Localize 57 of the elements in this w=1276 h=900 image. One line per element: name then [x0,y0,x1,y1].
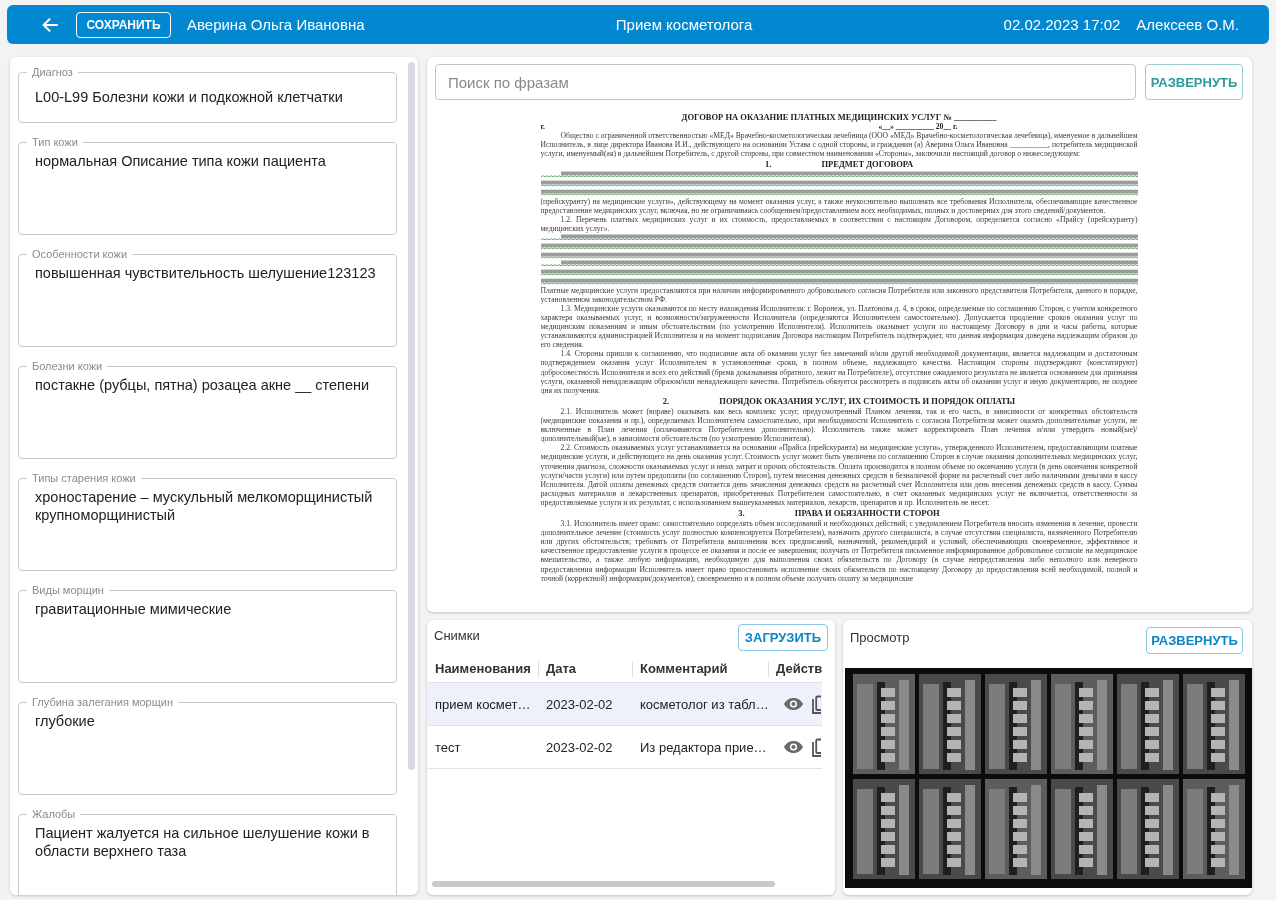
text-field[interactable]: Болезни кожи постакне (рубцы, пятна) розацеа акне __ степени [18,360,397,459]
field-label: Тип кожи [31,136,79,149]
date-time: 02.02.2023 17:02 [1003,16,1121,33]
section-heading: ПРЕДМЕТ ДОГОВОРА [821,159,914,170]
table-cell-text: прием космет… [434,696,532,712]
table-row[interactable]: прием космет… 2023-02-02 косметолог из табл… [427,683,822,726]
table-row[interactable]: тест 2023-02-02 Из редактора прие… [427,726,822,769]
save-button[interactable]: СОХРАНИТЬ [76,11,171,38]
table-cell-text: косметолог из табл… [639,696,768,712]
horizontal-scrollbar[interactable] [432,881,775,887]
copy-icon[interactable] [812,694,821,714]
section-heading: ПОРЯДОК ОКАЗАНИЯ УСЛУГ, ИХ СТОИМОСТЬ И ПОРЯДОК ОПЛАТЫ [719,395,1016,406]
field-label: Жалобы [31,808,77,821]
field-label: Виды морщин [31,584,105,597]
panel-title: Просмотр [850,629,910,645]
text-field[interactable]: Глубина залегания морщин глубокие [18,696,397,795]
section-number: 1. [764,159,772,170]
field-value: повышенная чувствительность шелушение123123 [35,264,377,282]
column-header: Наименования [434,660,532,678]
field-label: Диагноз [31,66,74,79]
text-field[interactable]: Диагноз L00-L99 Болезни кожи и подкожной клетчатки [18,66,397,123]
field-value: глубокие [35,712,96,730]
section-heading: ПРАВА И ОБЯЗАННОСТИ СТОРОН [794,508,940,518]
panel-title: Снимки [434,627,480,643]
table-cell-text: 2023-02-02 [545,696,614,712]
field-label: Типы старения кожи [31,472,137,485]
field-label: Особенности кожи [31,248,129,261]
field-value: гравитационные мимические [35,600,233,618]
text-field[interactable]: Тип кожи нормальная Описание типа кожи пациента [18,136,397,235]
vertical-scrollbar[interactable] [408,62,415,770]
field-value: Пациент жалуется на сильное шелушение кожи в области верхнего таза [35,824,371,860]
field-label: Болезни кожи [31,360,104,373]
field-value: L00-L99 Болезни кожи и подкожной клетчатки [35,88,344,106]
text-field[interactable]: Жалобы Пациент жалуется на сильное шелушение кожи в области верхнего таза [18,808,397,895]
doctor-name: Алексеев О.М. [1136,16,1239,33]
field-value: постакне (рубцы, пятна) розацеа акне __ степени [35,376,371,394]
table-cell-text: тест [434,739,462,755]
field-value: нормальная Описание типа кожи пациента [35,152,327,170]
text-field[interactable]: Типы старения кожи хроностарение – мускульный мелкоморщинистый крупноморщинистый [18,472,397,571]
document-title: ДОГОВОР НА ОКАЗАНИЕ ПЛАТНЫХ МЕДИЦИНСКИХ УСЛУГ № __________ [680,112,998,122]
copy-icon[interactable] [812,737,821,757]
field-value: хроностарение – мускульный мелкоморщинистый крупноморщинистый [35,488,374,524]
back-arrow-icon[interactable] [42,17,58,32]
text-field[interactable]: Особенности кожи повышенная чувствительность шелушение123123 [18,248,397,347]
section-number: 3. [738,508,745,518]
upload-button[interactable]: ЗАГРУЗИТЬ [738,624,828,651]
expand-button[interactable]: РАЗВЕРНУТЬ [1146,627,1243,654]
section-number: 2. [662,395,670,406]
table-cell-text: Из редактора прие… [639,739,768,755]
field-label: Глубина залегания морщин [31,696,174,709]
table-cell-text: 2023-02-02 [545,739,614,755]
search-field[interactable]: Поиск по фразам [435,64,1136,100]
page-title: Прием косметолога [614,16,754,33]
eye-icon[interactable] [784,698,803,710]
patient-name: Аверина Ольга Ивановна [187,16,365,33]
text-field[interactable]: Виды морщин гравитационные мимические [18,584,397,683]
eye-icon[interactable] [784,741,803,753]
